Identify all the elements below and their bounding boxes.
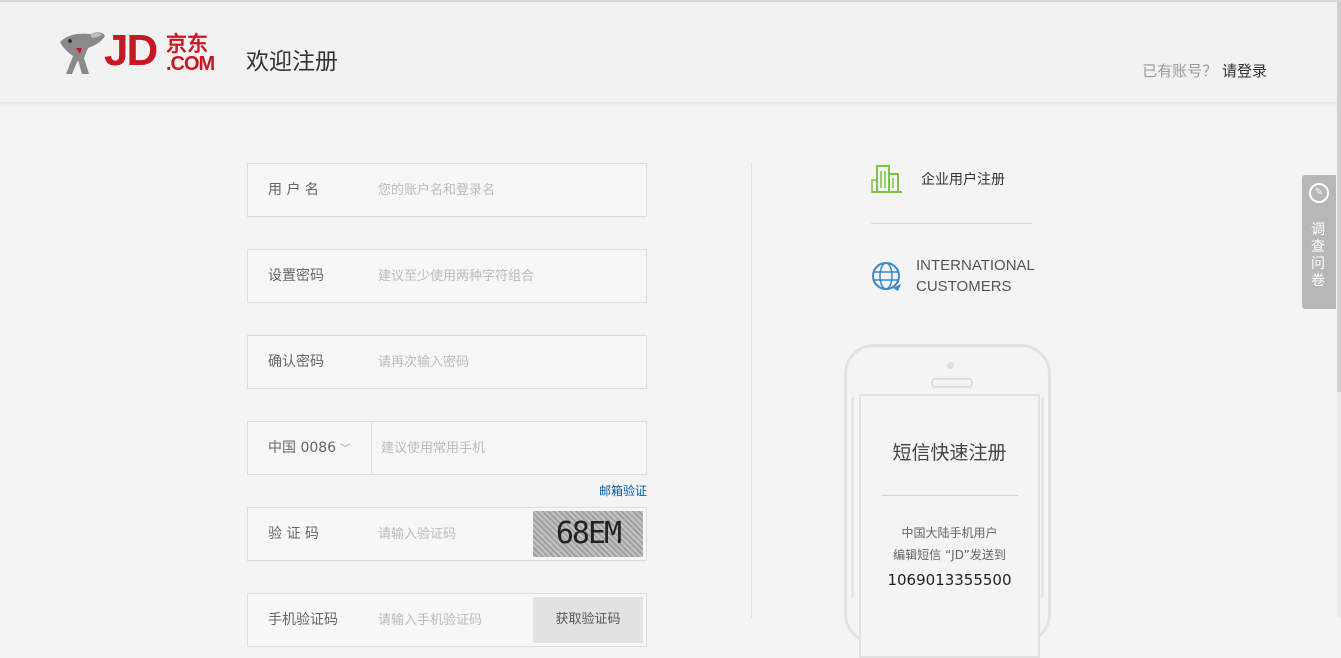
- phone-camera: [947, 362, 954, 369]
- phone-field: 中国 0086 ﹀: [247, 421, 647, 475]
- country-code-select[interactable]: 中国 0086 ﹀: [248, 422, 372, 474]
- get-sms-code-button[interactable]: 获取验证码: [533, 597, 643, 643]
- phone-bezel-left: [851, 397, 854, 597]
- chevron-down-icon: ﹀: [340, 444, 351, 455]
- international-line2: CUSTOMERS: [916, 278, 1012, 295]
- country-code-value: 中国 0086: [268, 440, 337, 456]
- scrollbar-thumb[interactable]: [1337, 2, 1341, 392]
- login-hint: 已有账号？ 请登录: [1142, 60, 1267, 81]
- globe-icon: [872, 262, 901, 291]
- logo-jd-text: JD: [104, 26, 158, 75]
- email-verify-link[interactable]: 邮箱验证: [599, 482, 647, 499]
- enterprise-register-label: 企业用户注册: [921, 172, 1005, 188]
- password-label: 设置密码: [268, 268, 324, 284]
- sms-register-line2: 编辑短信 “JD”发送到: [893, 548, 1006, 562]
- phone-speaker: [931, 378, 973, 388]
- confirm-password-field: 确认密码: [247, 335, 647, 389]
- phone-bezel-right: [1041, 397, 1044, 597]
- jd-dog-logo-icon: [60, 32, 105, 74]
- username-field: 用 户 名: [247, 163, 647, 217]
- captcha-field: 验 证 码 68EM: [247, 507, 647, 561]
- column-divider: [751, 163, 752, 618]
- login-link[interactable]: 请登录: [1222, 62, 1267, 80]
- phone-input[interactable]: [379, 436, 583, 460]
- jd-logo[interactable]: JD 京东 .COM: [56, 26, 226, 78]
- survey-icon: ✎: [1309, 183, 1329, 203]
- sms-register-title: 短信快速注册: [892, 442, 1007, 464]
- password-field: 设置密码: [247, 249, 647, 303]
- confirm-password-label: 确认密码: [268, 354, 324, 370]
- sms-register-card: 短信快速注册 中国大陆手机用户 编辑短信 “JD”发送到 10690133555…: [859, 394, 1040, 658]
- sms-register-line1: 中国大陆手机用户: [901, 526, 998, 540]
- page-header: JD 京东 .COM 欢迎注册 已有账号？ 请登录: [0, 2, 1341, 103]
- sms-code-field: 手机验证码 获取验证码: [247, 593, 647, 647]
- page-scrollbar[interactable]: [1337, 2, 1341, 618]
- logo-domain-text: .COM: [166, 53, 215, 75]
- side-divider: [871, 223, 1032, 224]
- sms-register-divider: [881, 495, 1018, 496]
- international-customers-label: INTERNATIONAL CUSTOMERS: [916, 255, 1056, 297]
- phone-illustration: 短信快速注册 中国大陆手机用户 编辑短信 “JD”发送到 10690133555…: [844, 344, 1051, 658]
- username-input[interactable]: [376, 178, 580, 202]
- international-line1: INTERNATIONAL: [916, 257, 1035, 274]
- password-input[interactable]: [376, 264, 580, 288]
- survey-tab-label: 调查问卷: [1311, 222, 1325, 289]
- sms-code-label: 手机验证码: [268, 612, 338, 628]
- building-icon: [871, 165, 902, 193]
- sms-register-number: 1069013355500: [887, 571, 1012, 589]
- captcha-image[interactable]: 68EM: [533, 511, 643, 557]
- survey-tab[interactable]: ✎ 调查问卷: [1302, 175, 1336, 309]
- confirm-password-input[interactable]: [376, 350, 580, 374]
- captcha-label: 验 证 码: [268, 526, 319, 542]
- username-label: 用 户 名: [268, 182, 319, 198]
- page-title: 欢迎注册: [246, 49, 338, 75]
- login-prompt: 已有账号？: [1142, 62, 1218, 80]
